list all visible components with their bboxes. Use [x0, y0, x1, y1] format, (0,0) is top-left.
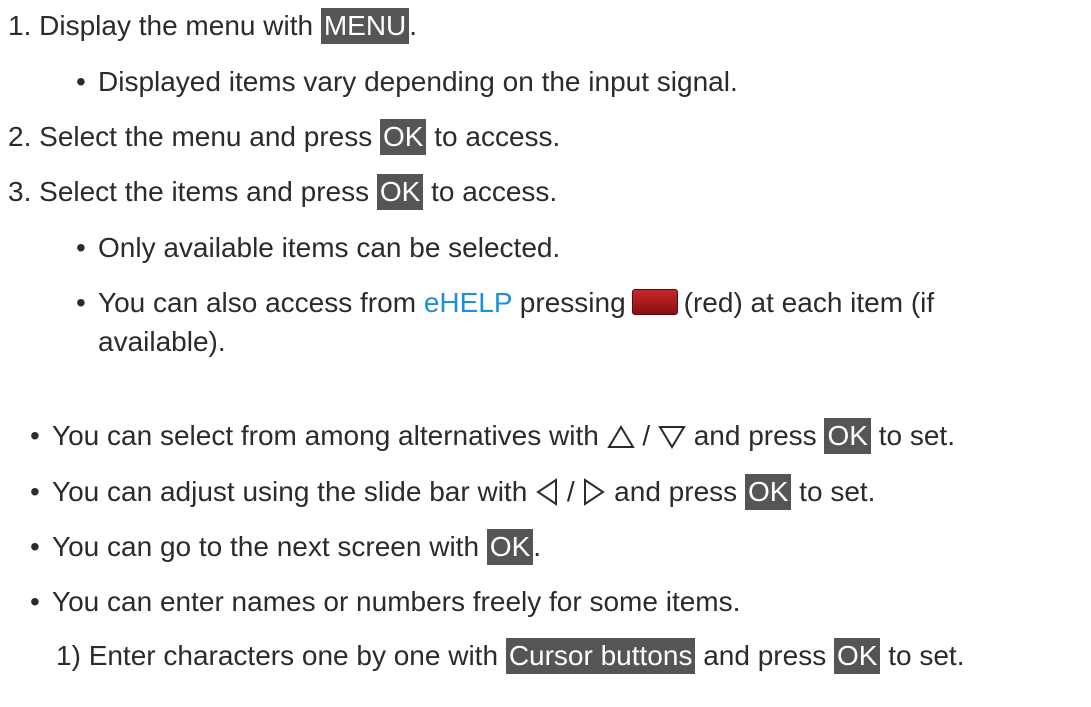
step-1: 1. Display the menu with MENU.	[8, 6, 417, 46]
bullet-icon: •	[76, 287, 86, 318]
menu-key-label: MENU	[320, 8, 410, 44]
step-number: 3.	[8, 176, 32, 207]
ehelp-link[interactable]: eHELP	[424, 287, 512, 318]
ok-key-label: OK	[486, 529, 534, 565]
ok-key-label: OK	[744, 474, 792, 510]
step-text: Select the menu and press	[39, 121, 381, 152]
ok-key-label: OK	[824, 418, 871, 454]
cursor-buttons-key-label: Cursor buttons	[505, 638, 696, 674]
red-button-icon	[631, 289, 678, 315]
up-arrow-icon	[606, 425, 635, 448]
step-text: Display the menu with	[39, 10, 321, 41]
left-arrow-icon	[536, 478, 558, 506]
tip-select: • You can select from among alternatives …	[30, 416, 955, 456]
bullet-icon: •	[30, 531, 40, 562]
ok-key-label: OK	[380, 119, 427, 155]
step-text: Select the items and press	[39, 176, 377, 207]
bullet-icon: •	[76, 232, 86, 263]
down-arrow-icon	[658, 426, 686, 449]
substep-number: 1)	[56, 640, 81, 671]
step-3-note-2: • You can also access from eHELP pressing…	[76, 283, 934, 323]
step-1-note: • Displayed items vary depending on the i…	[76, 62, 738, 102]
ok-key-label: OK	[833, 638, 881, 674]
step-2: 2. Select the menu and press OK to acces…	[8, 117, 560, 157]
step-number: 2.	[8, 121, 32, 152]
bullet-icon: •	[76, 66, 86, 97]
step-3-note-2-cont: available).	[98, 326, 226, 357]
bullet-icon: •	[30, 476, 40, 507]
substep-1: 1) Enter characters one by one with Curs…	[56, 636, 965, 676]
tip-next: • You can go to the next screen with OK.	[30, 527, 541, 567]
right-arrow-icon	[584, 478, 606, 506]
step-3-note-1: • Only available items can be selected.	[76, 228, 560, 268]
step-3: 3. Select the items and press OK to acce…	[8, 172, 557, 212]
ok-key-label: OK	[376, 174, 424, 210]
step-number: 1.	[8, 10, 32, 41]
bullet-icon: •	[30, 420, 40, 451]
tip-slide: • You can adjust using the slide bar with…	[30, 472, 875, 512]
bullet-icon: •	[30, 586, 40, 617]
tip-enter: • You can enter names or numbers freely f…	[30, 582, 740, 622]
